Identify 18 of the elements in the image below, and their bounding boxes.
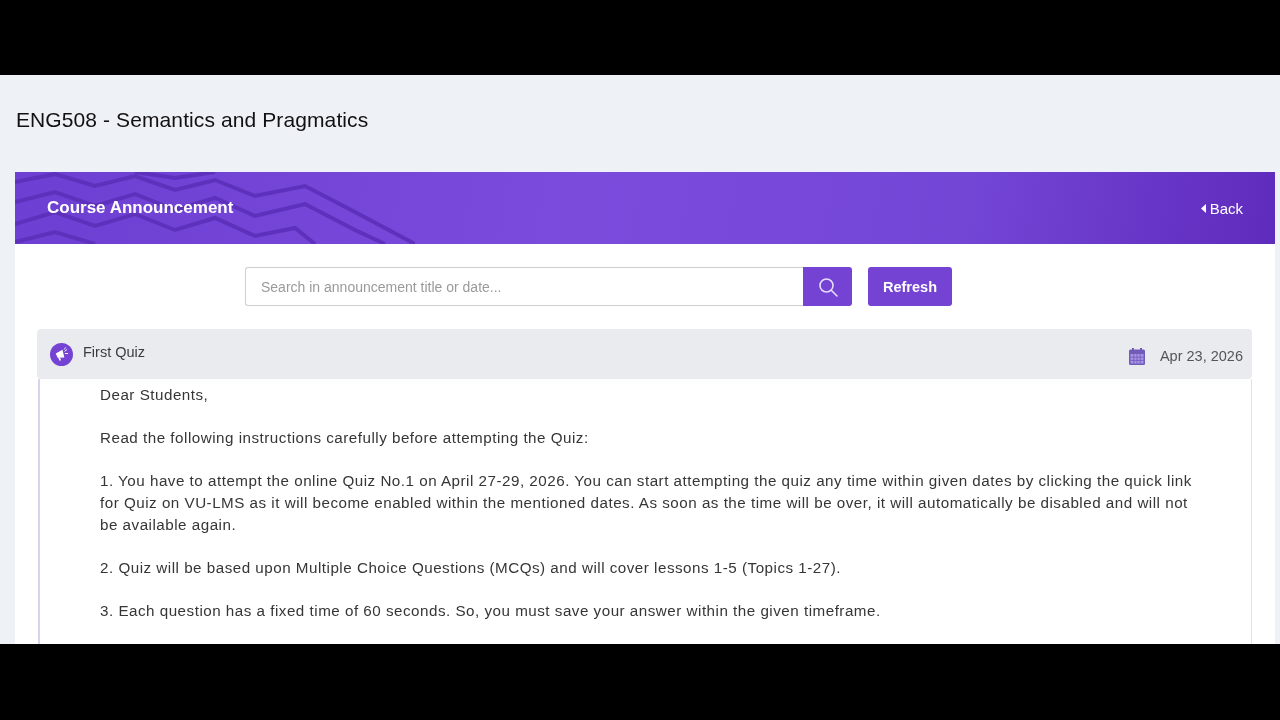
search-field[interactable]: Search in announcement title or date... <box>245 267 803 306</box>
announcement-paragraph: Dear Students, <box>100 385 210 405</box>
announcement-date: Apr 23, 2026 <box>1159 348 1243 364</box>
announcement-paragraph: Read the following instructions carefully before attempting the Quiz: <box>100 428 590 449</box>
announcement-header[interactable]: First Quiz Apr 23, 2026 <box>37 329 1252 379</box>
page-title: ENG508 - Semantics and Pragmatics <box>16 107 369 133</box>
banner-title: Course Announcement <box>47 198 234 218</box>
announcement-paragraph: 3. Each question has a fixed time of 60 seconds. So, you must save your answer within the given timeframe. <box>100 601 882 622</box>
megaphone-icon <box>50 342 73 366</box>
caret-left-icon <box>1200 203 1206 213</box>
back-link[interactable]: Back <box>1200 199 1243 217</box>
search-icon <box>817 276 838 297</box>
refresh-button[interactable]: Refresh <box>868 267 952 306</box>
search-button[interactable] <box>803 267 852 306</box>
announcement-paragraph: 2. Quiz will be based upon Multiple Choice Questions (MCQs) and will cover lessons 1-5 (Topics 1-27). <box>100 558 842 578</box>
announcement-paragraph: 1. You have to attempt the online Quiz No.1 on April 27-29, 2026. You can start attempting the quiz any time within given dates by clicking the quick link for Quiz on VU-LMS as it will become enabled within the mentioned dates. As soon as the time will be over, it will automatically be disabled and will not be available again. <box>100 471 1193 535</box>
announcement-title: First Quiz <box>83 344 146 360</box>
calendar-icon <box>1128 347 1145 365</box>
